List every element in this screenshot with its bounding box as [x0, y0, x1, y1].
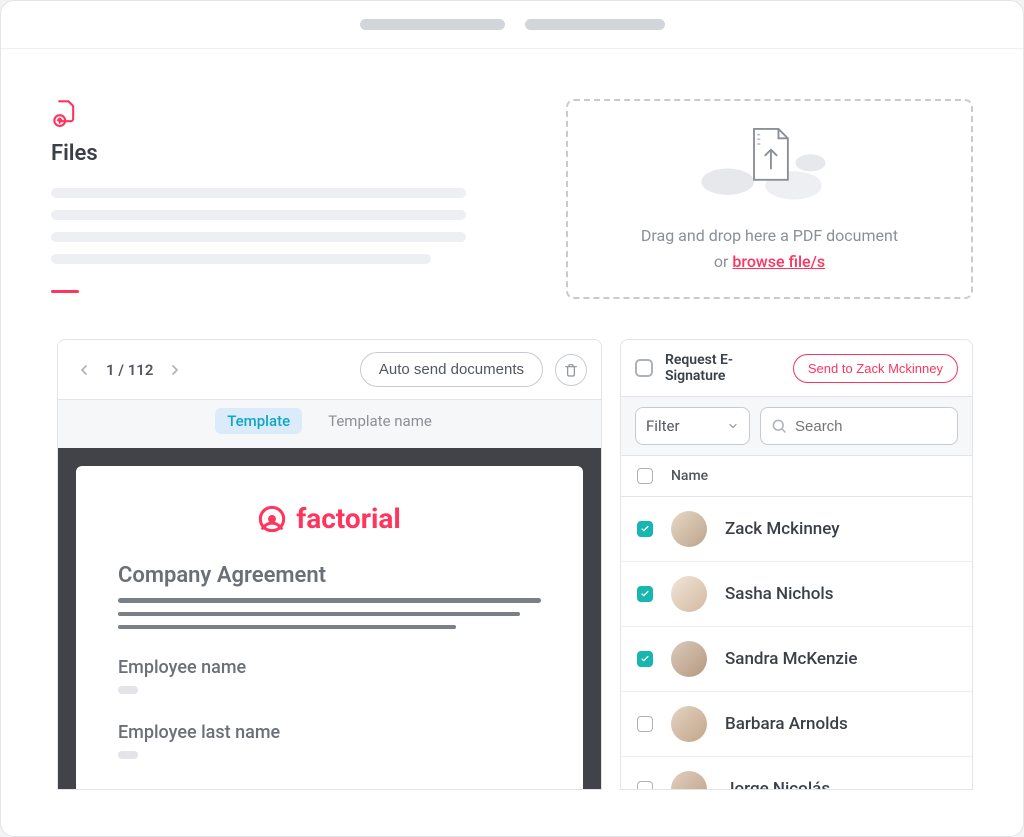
person-row[interactable]: Barbara Arnolds: [621, 692, 972, 757]
search-icon: [770, 417, 788, 435]
person-row[interactable]: Sandra McKenzie: [621, 627, 972, 692]
person-row[interactable]: Sasha Nichols: [621, 562, 972, 627]
check-icon: [640, 654, 650, 664]
column-name-header: Name: [671, 468, 708, 484]
files-title: Files: [51, 141, 516, 166]
person-checkbox[interactable]: [637, 651, 653, 667]
document-viewport[interactable]: factorial Company Agreement Employee nam…: [58, 448, 601, 790]
person-name: Jorge Nicolás: [725, 779, 830, 790]
auto-send-button[interactable]: Auto send documents: [360, 352, 543, 387]
person-name: Barbara Arnolds: [725, 714, 848, 734]
send-button[interactable]: Send to Zack Mckinney: [793, 354, 958, 383]
field-placeholder: [118, 751, 138, 759]
field-employee-last-name: Employee last name: [118, 722, 541, 743]
check-icon: [640, 589, 650, 599]
avatar: [671, 706, 707, 742]
file-upload-icon: [51, 99, 516, 131]
person-checkbox[interactable]: [637, 781, 653, 790]
search-input[interactable]: [760, 407, 958, 445]
template-name-label: Template name: [316, 408, 444, 434]
people-list: Zack Mckinney Sasha Nichols Sandra McKenzi…: [621, 497, 972, 790]
person-checkbox[interactable]: [637, 521, 653, 537]
skeleton-line: [51, 188, 466, 198]
delete-button[interactable]: [555, 354, 587, 386]
browse-files-link[interactable]: browse file/s: [732, 252, 825, 271]
dropzone-line1: Drag and drop here a PDF document: [641, 226, 898, 245]
filter-label: Filter: [646, 417, 680, 435]
doc-text-line: [118, 612, 520, 616]
template-type-pill[interactable]: Template: [215, 408, 302, 434]
doc-text-line: [118, 598, 541, 603]
select-all-checkbox[interactable]: [637, 468, 653, 484]
dropzone-or: or: [714, 252, 733, 271]
filter-select[interactable]: Filter: [635, 407, 750, 445]
field-placeholder: [118, 686, 138, 694]
page-indicator: 1 / 112: [106, 361, 153, 379]
document-heading: Company Agreement: [118, 563, 541, 588]
prev-page-button[interactable]: [72, 358, 96, 382]
next-page-button[interactable]: [163, 358, 187, 382]
brand-logo: factorial: [118, 502, 541, 535]
request-esignature-toggle[interactable]: Request E-Signature: [635, 352, 793, 384]
chrome-pill: [360, 19, 505, 30]
skeleton-line: [51, 232, 466, 242]
doc-text-line: [118, 625, 456, 629]
skeleton-line: [51, 210, 466, 220]
avatar: [671, 511, 707, 547]
trash-icon: [563, 362, 579, 378]
person-row[interactable]: Zack Mckinney: [621, 497, 972, 562]
files-section: Files: [51, 99, 516, 293]
field-employee-name: Employee name: [118, 657, 541, 678]
brand-name: factorial: [296, 502, 401, 535]
skeleton-line: [51, 254, 431, 264]
window-chrome: [1, 1, 1023, 49]
person-name: Zack Mckinney: [725, 519, 840, 539]
person-name: Sasha Nichols: [725, 584, 833, 604]
avatar: [671, 576, 707, 612]
avatar: [671, 641, 707, 677]
recipients-panel: Request E-Signature Send to Zack Mckinne…: [620, 339, 973, 790]
dropzone-text: Drag and drop here a PDF document or bro…: [641, 223, 898, 274]
request-esignature-label: Request E-Signature: [665, 352, 793, 384]
factorial-logo-icon: [258, 505, 286, 533]
dropzone[interactable]: Drag and drop here a PDF document or bro…: [566, 99, 973, 299]
chrome-pill: [525, 19, 665, 30]
dropzone-illustration: [690, 123, 850, 203]
avatar: [671, 771, 707, 790]
document-page: factorial Company Agreement Employee nam…: [76, 466, 583, 790]
person-row[interactable]: Jorge Nicolás: [621, 757, 972, 790]
app-window: Files: [0, 0, 1024, 837]
person-checkbox[interactable]: [637, 716, 653, 732]
checkbox-icon: [635, 359, 653, 377]
accent-underline: [51, 290, 79, 293]
person-name: Sandra McKenzie: [725, 649, 857, 669]
template-preview-card: 1 / 112 Auto send documents Template Tem…: [57, 339, 602, 790]
person-checkbox[interactable]: [637, 586, 653, 602]
check-icon: [640, 524, 650, 534]
chevron-down-icon: [727, 420, 739, 432]
skeleton-lines: [51, 176, 516, 264]
